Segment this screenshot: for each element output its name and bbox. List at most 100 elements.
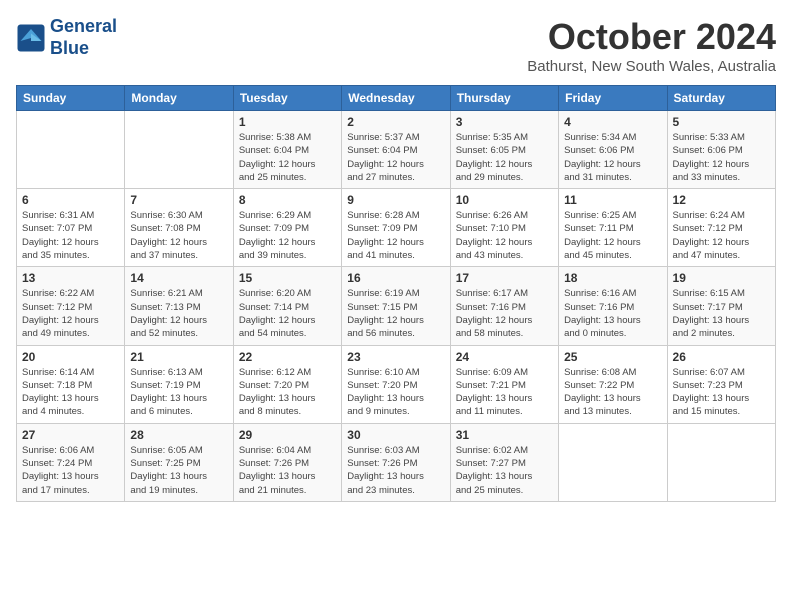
day-detail: Sunrise: 6:29 AM Sunset: 7:09 PM Dayligh…: [239, 209, 336, 262]
day-detail: Sunrise: 6:05 AM Sunset: 7:25 PM Dayligh…: [130, 444, 227, 497]
calendar-header: SundayMondayTuesdayWednesdayThursdayFrid…: [17, 86, 776, 111]
day-number: 12: [673, 193, 770, 207]
day-detail: Sunrise: 6:21 AM Sunset: 7:13 PM Dayligh…: [130, 287, 227, 340]
day-number: 20: [22, 350, 119, 364]
day-number: 8: [239, 193, 336, 207]
day-number: 19: [673, 271, 770, 285]
calendar-cell: 26 Sunrise: 6:07 AM Sunset: 7:23 PM Dayli…: [667, 345, 775, 423]
day-number: 7: [130, 193, 227, 207]
day-number: 22: [239, 350, 336, 364]
day-detail: Sunrise: 6:24 AM Sunset: 7:12 PM Dayligh…: [673, 209, 770, 262]
title-area: October 2024 Bathurst, New South Wales, …: [527, 16, 776, 75]
day-detail: Sunrise: 6:17 AM Sunset: 7:16 PM Dayligh…: [456, 287, 553, 340]
calendar-cell: 13 Sunrise: 6:22 AM Sunset: 7:12 PM Dayli…: [17, 267, 125, 345]
calendar-table: SundayMondayTuesdayWednesdayThursdayFrid…: [16, 85, 776, 502]
day-number: 13: [22, 271, 119, 285]
day-detail: Sunrise: 6:16 AM Sunset: 7:16 PM Dayligh…: [564, 287, 661, 340]
day-detail: Sunrise: 6:30 AM Sunset: 7:08 PM Dayligh…: [130, 209, 227, 262]
day-detail: Sunrise: 6:04 AM Sunset: 7:26 PM Dayligh…: [239, 444, 336, 497]
calendar-cell: 11Sunrise: 6:25 AM Sunset: 7:11 PM Dayli…: [559, 189, 667, 267]
logo: General Blue: [16, 16, 117, 59]
calendar-cell: 21 Sunrise: 6:13 AM Sunset: 7:19 PM Dayli…: [125, 345, 233, 423]
day-detail: Sunrise: 6:13 AM Sunset: 7:19 PM Dayligh…: [130, 366, 227, 419]
header-cell-tuesday: Tuesday: [233, 86, 341, 111]
day-number: 4: [564, 115, 661, 129]
day-number: 24: [456, 350, 553, 364]
calendar-cell: 17 Sunrise: 6:17 AM Sunset: 7:16 PM Dayli…: [450, 267, 558, 345]
calendar-cell: 25 Sunrise: 6:08 AM Sunset: 7:22 PM Dayli…: [559, 345, 667, 423]
calendar-cell: [667, 423, 775, 501]
day-number: 28: [130, 428, 227, 442]
calendar-cell: 15 Sunrise: 6:20 AM Sunset: 7:14 PM Dayli…: [233, 267, 341, 345]
day-number: 27: [22, 428, 119, 442]
day-detail: Sunrise: 6:08 AM Sunset: 7:22 PM Dayligh…: [564, 366, 661, 419]
calendar-cell: 18 Sunrise: 6:16 AM Sunset: 7:16 PM Dayli…: [559, 267, 667, 345]
calendar-cell: 20Sunrise: 6:14 AM Sunset: 7:18 PM Dayli…: [17, 345, 125, 423]
calendar-cell: 3Sunrise: 5:35 AM Sunset: 6:05 PM Daylig…: [450, 111, 558, 189]
day-detail: Sunrise: 6:09 AM Sunset: 7:21 PM Dayligh…: [456, 366, 553, 419]
day-detail: Sunrise: 6:10 AM Sunset: 7:20 PM Dayligh…: [347, 366, 444, 419]
header-cell-saturday: Saturday: [667, 86, 775, 111]
logo-line2: Blue: [50, 38, 117, 60]
day-number: 5: [673, 115, 770, 129]
calendar-cell: 8 Sunrise: 6:29 AM Sunset: 7:09 PM Daylig…: [233, 189, 341, 267]
calendar-cell: 9Sunrise: 6:28 AM Sunset: 7:09 PM Daylig…: [342, 189, 450, 267]
day-number: 2: [347, 115, 444, 129]
day-detail: Sunrise: 5:37 AM Sunset: 6:04 PM Dayligh…: [347, 131, 444, 184]
day-detail: Sunrise: 6:06 AM Sunset: 7:24 PM Dayligh…: [22, 444, 119, 497]
calendar-cell: 12 Sunrise: 6:24 AM Sunset: 7:12 PM Dayli…: [667, 189, 775, 267]
calendar-cell: 4 Sunrise: 5:34 AM Sunset: 6:06 PM Daylig…: [559, 111, 667, 189]
calendar-cell: 24 Sunrise: 6:09 AM Sunset: 7:21 PM Dayli…: [450, 345, 558, 423]
day-number: 26: [673, 350, 770, 364]
day-number: 14: [130, 271, 227, 285]
day-number: 15: [239, 271, 336, 285]
header-row: SundayMondayTuesdayWednesdayThursdayFrid…: [17, 86, 776, 111]
calendar-cell: 10Sunrise: 6:26 AM Sunset: 7:10 PM Dayli…: [450, 189, 558, 267]
week-row-3: 13 Sunrise: 6:22 AM Sunset: 7:12 PM Dayli…: [17, 267, 776, 345]
day-detail: Sunrise: 5:33 AM Sunset: 6:06 PM Dayligh…: [673, 131, 770, 184]
calendar-cell: [17, 111, 125, 189]
calendar-cell: 5 Sunrise: 5:33 AM Sunset: 6:06 PM Daylig…: [667, 111, 775, 189]
calendar-cell: 19Sunrise: 6:15 AM Sunset: 7:17 PM Dayli…: [667, 267, 775, 345]
day-number: 17: [456, 271, 553, 285]
header-cell-friday: Friday: [559, 86, 667, 111]
calendar-cell: 14 Sunrise: 6:21 AM Sunset: 7:13 PM Dayli…: [125, 267, 233, 345]
calendar-cell: 31Sunrise: 6:02 AM Sunset: 7:27 PM Dayli…: [450, 423, 558, 501]
day-detail: Sunrise: 6:22 AM Sunset: 7:12 PM Dayligh…: [22, 287, 119, 340]
header: General Blue October 2024 Bathurst, New …: [16, 16, 776, 75]
header-cell-thursday: Thursday: [450, 86, 558, 111]
day-detail: Sunrise: 6:07 AM Sunset: 7:23 PM Dayligh…: [673, 366, 770, 419]
day-number: 25: [564, 350, 661, 364]
week-row-4: 20Sunrise: 6:14 AM Sunset: 7:18 PM Dayli…: [17, 345, 776, 423]
week-row-2: 6Sunrise: 6:31 AM Sunset: 7:07 PM Daylig…: [17, 189, 776, 267]
logo-line1: General: [50, 16, 117, 38]
subtitle: Bathurst, New South Wales, Australia: [527, 58, 776, 75]
day-number: 30: [347, 428, 444, 442]
week-row-1: 1Sunrise: 5:38 AM Sunset: 6:04 PM Daylig…: [17, 111, 776, 189]
calendar-cell: 27 Sunrise: 6:06 AM Sunset: 7:24 PM Dayli…: [17, 423, 125, 501]
header-cell-monday: Monday: [125, 86, 233, 111]
logo-icon: [16, 23, 46, 53]
day-number: 31: [456, 428, 553, 442]
day-detail: Sunrise: 6:03 AM Sunset: 7:26 PM Dayligh…: [347, 444, 444, 497]
month-title: October 2024: [527, 16, 776, 58]
calendar-cell: [559, 423, 667, 501]
day-detail: Sunrise: 5:34 AM Sunset: 6:06 PM Dayligh…: [564, 131, 661, 184]
day-detail: Sunrise: 6:25 AM Sunset: 7:11 PM Dayligh…: [564, 209, 661, 262]
calendar-cell: [125, 111, 233, 189]
header-cell-wednesday: Wednesday: [342, 86, 450, 111]
calendar-cell: 16Sunrise: 6:19 AM Sunset: 7:15 PM Dayli…: [342, 267, 450, 345]
day-detail: Sunrise: 5:38 AM Sunset: 6:04 PM Dayligh…: [239, 131, 336, 184]
day-detail: Sunrise: 6:19 AM Sunset: 7:15 PM Dayligh…: [347, 287, 444, 340]
calendar-cell: 29Sunrise: 6:04 AM Sunset: 7:26 PM Dayli…: [233, 423, 341, 501]
day-number: 23: [347, 350, 444, 364]
calendar-body: 1Sunrise: 5:38 AM Sunset: 6:04 PM Daylig…: [17, 111, 776, 502]
calendar-cell: 2 Sunrise: 5:37 AM Sunset: 6:04 PM Daylig…: [342, 111, 450, 189]
day-number: 21: [130, 350, 227, 364]
calendar-cell: 7 Sunrise: 6:30 AM Sunset: 7:08 PM Daylig…: [125, 189, 233, 267]
day-detail: Sunrise: 6:31 AM Sunset: 7:07 PM Dayligh…: [22, 209, 119, 262]
header-cell-sunday: Sunday: [17, 86, 125, 111]
day-detail: Sunrise: 6:20 AM Sunset: 7:14 PM Dayligh…: [239, 287, 336, 340]
calendar-cell: 1Sunrise: 5:38 AM Sunset: 6:04 PM Daylig…: [233, 111, 341, 189]
day-number: 18: [564, 271, 661, 285]
